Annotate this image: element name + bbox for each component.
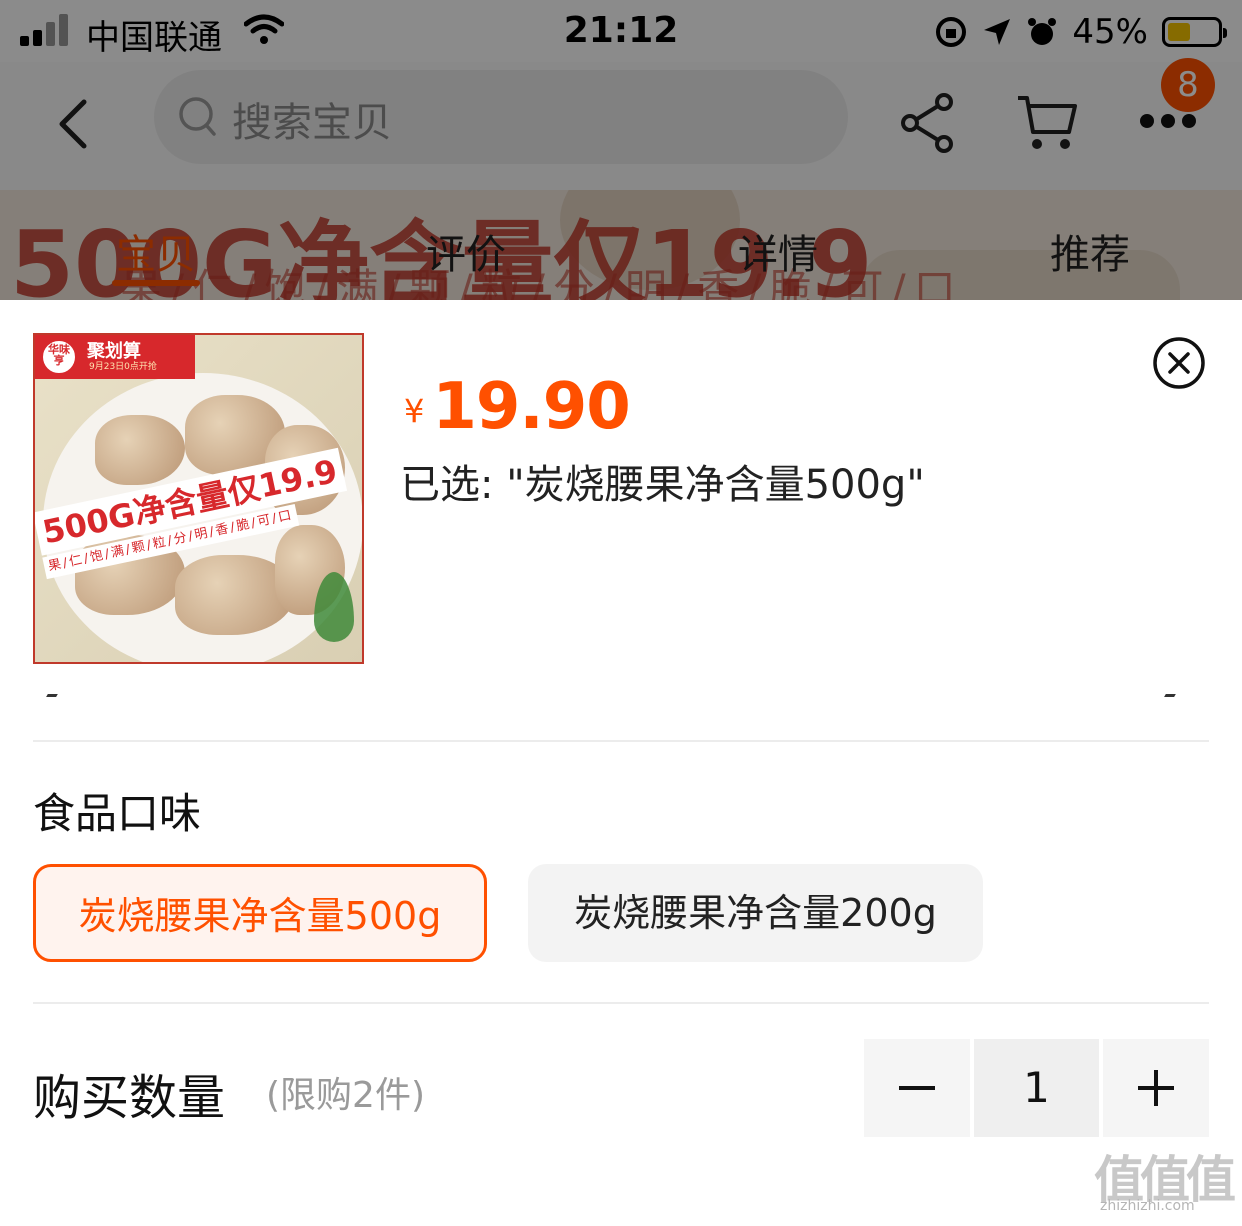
sku-sheet: 华味亨 聚划算 9月23日0点开抢 500G净含量仅19.9 果/仁/饱/满/颗… [0, 300, 1242, 1226]
scrolled-content-edge [33, 688, 1209, 702]
spec-option-200g[interactable]: 炭烧腰果净含量200g [528, 864, 983, 962]
divider [33, 1002, 1209, 1004]
watermark: 值值值 zhizhizhi.com [1094, 1140, 1236, 1220]
quantity-title: 购买数量 [33, 1070, 226, 1126]
minus-icon [899, 1086, 935, 1090]
promo-strip: 华味亨 聚划算 9月23日0点开抢 [35, 335, 195, 379]
divider [33, 740, 1209, 742]
overlay-mask[interactable] [0, 0, 1242, 300]
quantity-value[interactable]: 1 [974, 1039, 1099, 1137]
watermark-url: zhizhizhi.com [1100, 1198, 1195, 1214]
quantity-limit: (限购2件) [266, 1075, 425, 1116]
promo-subtag: 9月23日0点开抢 [89, 362, 157, 372]
spec-title: 食品口味 [33, 789, 202, 838]
decrement-button[interactable] [864, 1039, 970, 1137]
increment-button[interactable] [1103, 1039, 1209, 1137]
currency-symbol: ¥ [404, 392, 425, 430]
price-value: 19.90 [432, 370, 630, 444]
spec-option-500g[interactable]: 炭烧腰果净含量500g [33, 864, 487, 962]
product-thumbnail[interactable]: 华味亨 聚划算 9月23日0点开抢 500G净含量仅19.9 果/仁/饱/满/颗… [33, 333, 364, 664]
selected-sku-text: 已选: "炭烧腰果净含量500g" [400, 462, 925, 508]
close-icon[interactable] [1152, 336, 1206, 390]
price: ¥19.90 [404, 370, 631, 444]
plus-icon [1154, 1070, 1158, 1106]
quantity-stepper: 1 [864, 1039, 1209, 1137]
brand-logo: 华味亨 [41, 339, 77, 375]
